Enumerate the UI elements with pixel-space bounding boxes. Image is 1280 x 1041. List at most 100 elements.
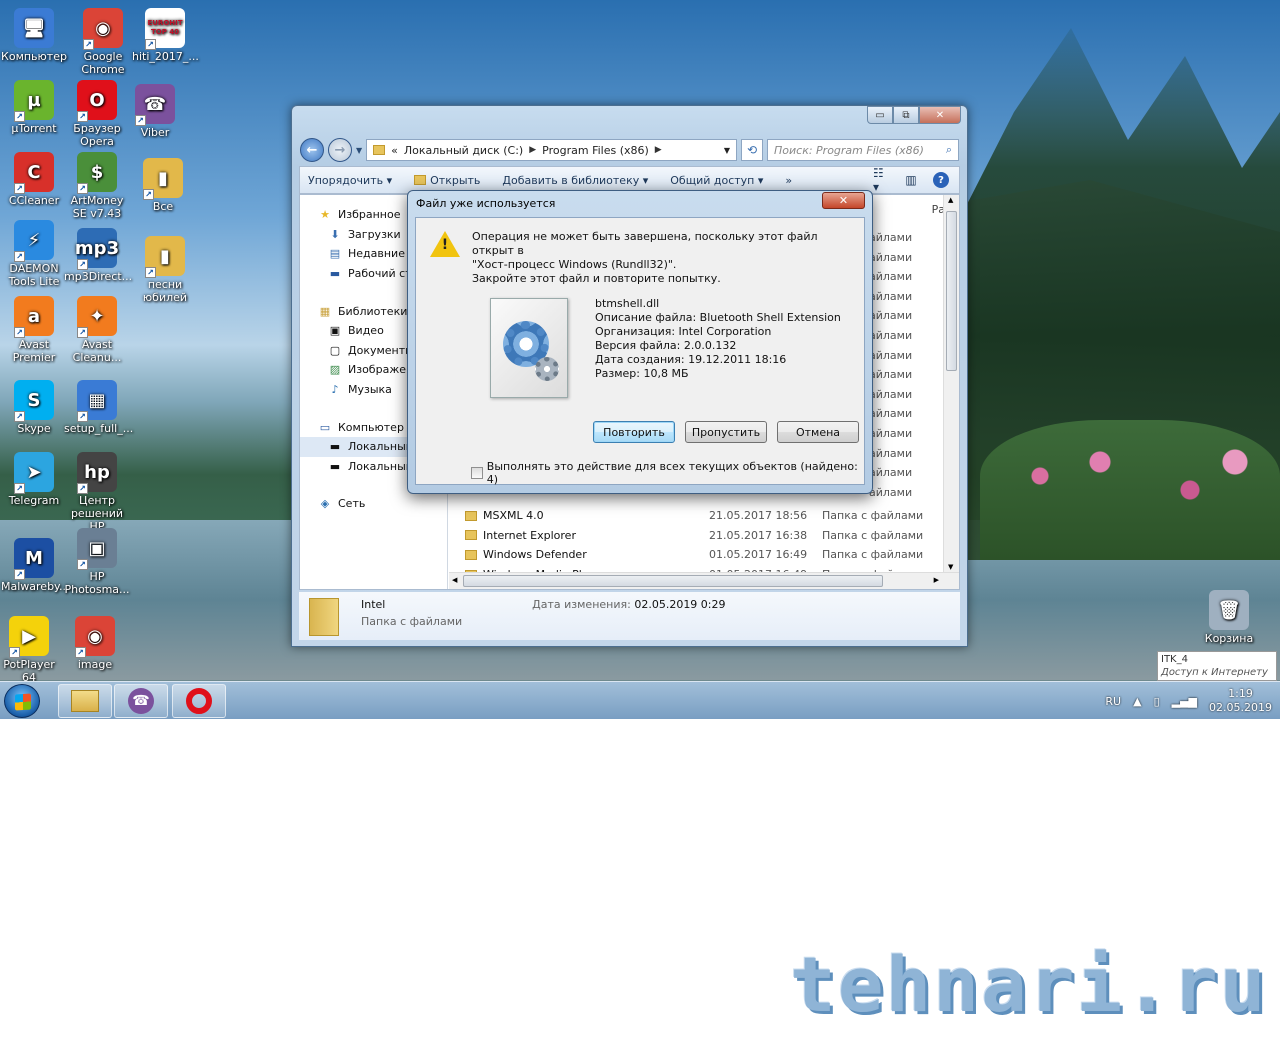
search-input[interactable]: Поиск: Program Files (x86) ⌕ <box>767 139 959 161</box>
checkbox-box[interactable] <box>471 467 483 479</box>
desktop-icon-22[interactable]: 🗑 Корзина <box>1196 590 1262 645</box>
vertical-scrollbar[interactable]: ▲ ▼ <box>943 195 959 572</box>
desktop-icon-17[interactable]: hp ↗ Центр решений HP <box>64 452 130 533</box>
desktop-icon-12[interactable]: a ↗ Avast Premier <box>1 296 67 364</box>
address-dropdown-icon[interactable]: ▼ <box>724 146 730 155</box>
window-close-button[interactable]: ✕ <box>919 106 961 124</box>
nav-network[interactable]: ◈ Сеть <box>300 494 447 514</box>
start-button[interactable] <box>4 684 40 718</box>
chevron-right-icon[interactable]: ▶ <box>655 145 662 155</box>
desktop-icon-10[interactable]: mp3 ↗ mp3Direct... <box>64 228 132 283</box>
viber-icon: ☎ <box>128 688 154 714</box>
warning-exclamation: ! <box>441 237 449 253</box>
search-icon: ⌕ <box>945 143 952 156</box>
power-icon[interactable]: ▯ <box>1154 695 1160 708</box>
taskbar-explorer-button[interactable] <box>58 684 112 718</box>
back-button[interactable]: ← <box>300 138 324 162</box>
desktop-icon-6[interactable]: C ↗ CCleaner <box>1 152 67 207</box>
refresh-button[interactable]: ⟲ <box>741 139 763 161</box>
clock[interactable]: 1:19 02.05.2019 <box>1209 687 1272 715</box>
caption-buttons: ▭ ⧉ ✕ <box>867 106 961 124</box>
dialog-close-button[interactable]: ✕ <box>822 192 865 209</box>
organize-menu[interactable]: Упорядочить ▾ <box>308 174 392 187</box>
app-icon: ◉ ↗ <box>75 616 115 658</box>
drive-icon: ▬ <box>329 459 341 473</box>
add-to-library-menu[interactable]: Добавить в библиотеку ▾ <box>502 174 648 187</box>
address-bar[interactable]: « Локальный диск (C:) ▶ Program Files (x… <box>366 139 737 161</box>
desktop-icon-label: Корзина <box>1204 632 1254 645</box>
shortcut-arrow-icon: ↗ <box>83 39 94 50</box>
desktop-icon-4[interactable]: O ↗ Браузер Opera <box>64 80 130 148</box>
desktop-icon-20[interactable]: ▶ ↗ PotPlayer 64 <box>0 616 62 684</box>
desktop-icon-label: image <box>77 658 113 671</box>
maximize-button[interactable]: ⧉ <box>893 106 919 124</box>
file-name: btmshell.dll <box>595 297 660 310</box>
desktop-icon-13[interactable]: ✦ ↗ Avast Cleanu... <box>64 296 130 364</box>
desktop-icon-14[interactable]: S ↗ Skype <box>1 380 67 435</box>
file-type-cell: айлами <box>869 446 913 460</box>
forward-button[interactable]: → <box>328 138 352 162</box>
scroll-right-icon[interactable]: ▶ <box>934 576 939 584</box>
desktop-icon-16[interactable]: ➤ ↗ Telegram <box>1 452 67 507</box>
preview-pane-icon[interactable]: ▥ <box>903 172 919 188</box>
star-icon: ★ <box>320 208 330 222</box>
open-button[interactable]: Открыть <box>414 174 480 187</box>
desktop-icon-1[interactable]: ◉ ↗ Google Chrome <box>70 8 136 76</box>
help-icon[interactable]: ? <box>933 172 949 188</box>
desktop-icon-5[interactable]: ☎ ↗ Viber <box>122 84 188 139</box>
selected-item-kind: Папка с файлами <box>361 615 463 628</box>
language-indicator[interactable]: RU <box>1105 695 1121 708</box>
small-gear-icon <box>535 357 559 381</box>
app-icon: EUROHIT TOP 40 ↗ <box>145 8 185 50</box>
desktop-icon-0[interactable]: 🖥 Компьютер <box>1 8 67 63</box>
skip-button[interactable]: Пропустить <box>685 421 767 443</box>
desktop-icon-19[interactable]: ▣ ↗ HP Photosma... <box>64 528 130 596</box>
desktop-icon-label: hiti_2017_... <box>132 50 199 63</box>
address-overflow[interactable]: « <box>391 144 398 157</box>
file-row[interactable]: Internet Explorer 21.05.2017 16:38 Папка с… <box>465 526 943 546</box>
network-status: Доступ к Интернету <box>1161 667 1268 678</box>
desktop-icon-11[interactable]: ▮ ↗ песни юбилей <box>132 236 198 304</box>
scroll-left-icon[interactable]: ◀ <box>452 576 457 584</box>
breadcrumb-program-files[interactable]: Program Files (x86) <box>542 144 649 157</box>
desktop-icon-8[interactable]: ▮ ↗ Все <box>130 158 196 213</box>
desktop-icon-7[interactable]: $ ↗ ArtMoney SE v7.43 <box>64 152 130 220</box>
watermark: tehnari.ru <box>790 940 1268 1029</box>
network-icon[interactable]: ▂▄▆ <box>1172 695 1197 708</box>
taskbar-viber-button[interactable]: ☎ <box>114 684 168 718</box>
chevron-right-icon[interactable]: ▶ <box>529 145 536 155</box>
file-date-cell: 01.05.2017 16:49 <box>709 548 808 562</box>
desktop-icon-18[interactable]: M ↗ Malwareby... <box>1 538 70 593</box>
selected-item-name: Intel <box>361 598 386 611</box>
horizontal-scrollbar[interactable]: ◀ ▶ <box>449 572 959 589</box>
folder-icon <box>465 530 477 541</box>
desktop-icon-9[interactable]: ⚡ ↗ DAEMON Tools Lite <box>1 220 67 288</box>
scroll-down-icon[interactable]: ▼ <box>948 563 953 571</box>
horizontal-scroll-thumb[interactable] <box>463 575 883 587</box>
breadcrumb-local-disk[interactable]: Локальный диск (C:) <box>404 144 523 157</box>
desktop-icon-label: µTorrent <box>11 122 57 135</box>
libraries-icon: ▦ <box>319 304 331 318</box>
desktop-icon-label: HP Photosma... <box>64 570 130 596</box>
file-info: btmshell.dll Описание файла: Bluetooth S… <box>595 297 841 381</box>
show-hidden-icons[interactable]: ▲ <box>1133 695 1141 708</box>
file-row[interactable]: MSXML 4.0 21.05.2017 18:56 Папка с файлами <box>465 506 943 526</box>
desktop-icon-label: Viber <box>140 126 170 139</box>
desktop-icon-15[interactable]: ▦ ↗ setup_full_... <box>64 380 133 435</box>
view-options-icon[interactable]: ☷ ▾ <box>873 166 889 194</box>
app-icon: ⚡ ↗ <box>14 220 54 262</box>
recent-pages-dropdown-icon[interactable]: ▼ <box>356 146 362 155</box>
file-row[interactable]: Windows Defender 01.05.2017 16:49 Папка с … <box>465 545 943 565</box>
minimize-button[interactable]: ▭ <box>867 106 893 124</box>
apply-to-all-checkbox[interactable]: Выполнять это действие для всех текущих … <box>471 460 864 486</box>
taskbar-opera-button[interactable] <box>172 684 226 718</box>
desktop-icon-3[interactable]: µ ↗ µTorrent <box>1 80 67 135</box>
scroll-up-icon[interactable]: ▲ <box>948 196 953 204</box>
more-commands-button[interactable]: » <box>785 174 792 187</box>
share-menu[interactable]: Общий доступ ▾ <box>670 174 763 187</box>
vertical-scroll-thumb[interactable] <box>946 211 957 371</box>
cancel-button[interactable]: Отмена <box>777 421 859 443</box>
desktop-icon-2[interactable]: EUROHIT TOP 40 ↗ hiti_2017_... <box>132 8 199 63</box>
retry-button[interactable]: Повторить <box>593 421 675 443</box>
desktop-icon-21[interactable]: ◉ ↗ image <box>62 616 128 671</box>
